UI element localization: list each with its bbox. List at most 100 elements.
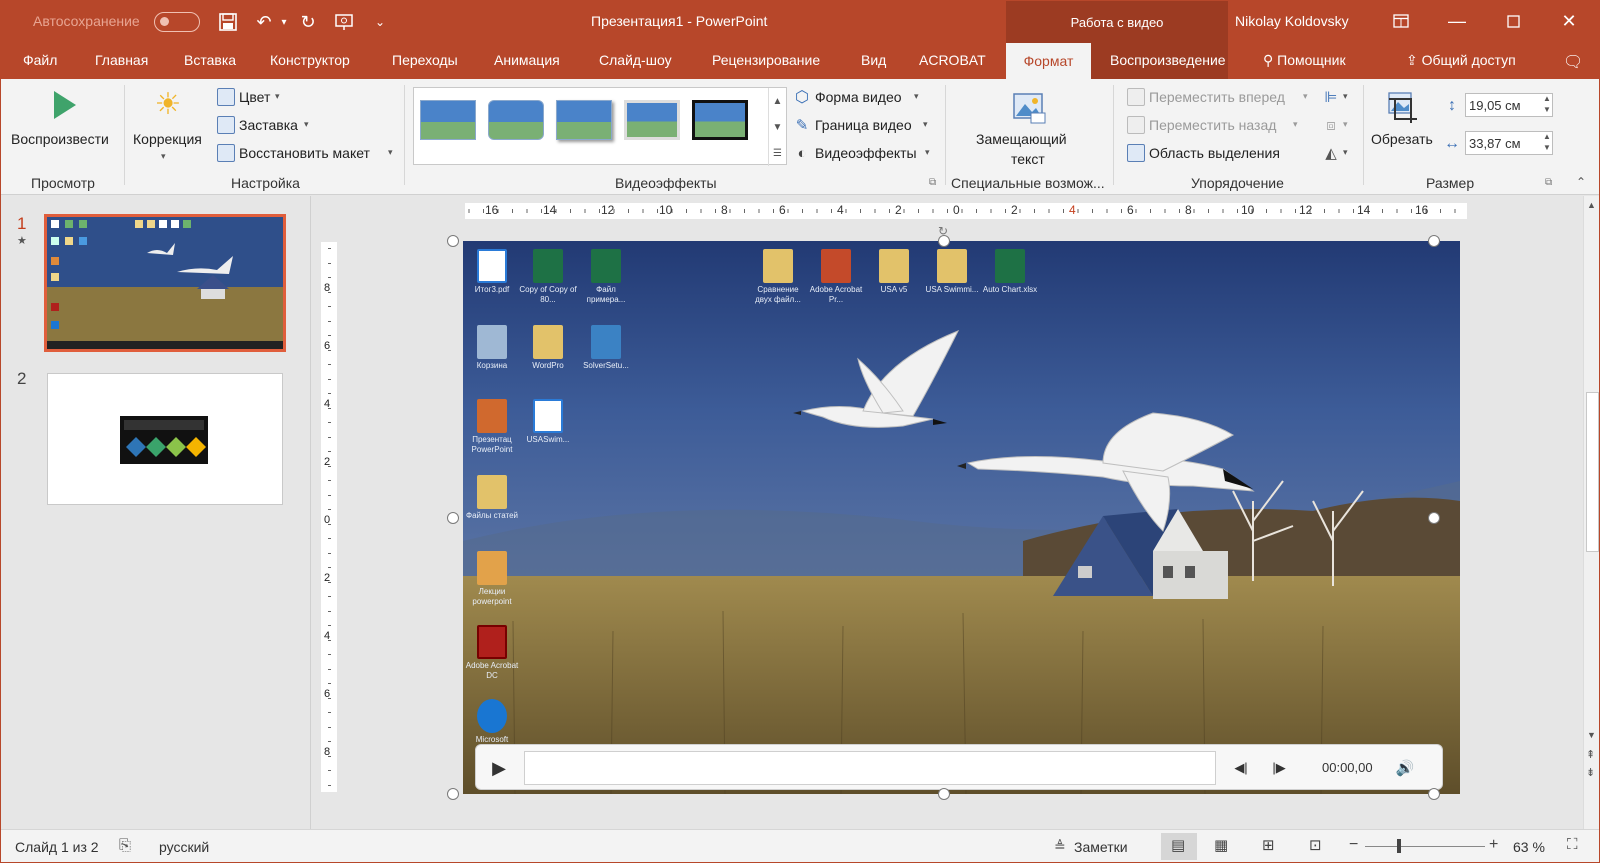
minimize-icon[interactable]: — [1433,1,1481,41]
collapse-ribbon-icon[interactable]: ⌃ [1576,175,1586,189]
gallery-more-icon[interactable]: ☰ [768,140,786,166]
tab-transitions[interactable]: Переходы [392,52,458,68]
gallery-down-icon[interactable]: ▼ [768,114,786,140]
slide-counter[interactable]: Слайд 1 из 2 [15,839,99,855]
selection-pane-button[interactable]: Область выделения [1149,145,1280,161]
alt-text-line2[interactable]: текст [1011,151,1045,167]
tab-view[interactable]: Вид [861,52,886,68]
undo-dropdown-icon[interactable]: ▾ [271,9,297,35]
video-style-thumb[interactable] [692,100,748,140]
poster-frame-icon[interactable] [217,116,235,134]
video-style-thumb[interactable] [420,100,476,140]
reading-view-icon[interactable]: ⊞ [1262,836,1275,854]
desktop-icon[interactable]: USA v5 [865,249,923,295]
resize-handle-sw[interactable] [447,788,459,800]
desktop-icon[interactable]: USA Swimmi... [923,249,981,295]
zoom-level[interactable]: 63 % [1513,839,1545,855]
desktop-icon[interactable]: Файлы статей [463,475,521,521]
rotate-icon[interactable]: ◭ [1321,144,1341,162]
width-spinner-icon[interactable]: ▲ ▼ [1543,131,1551,153]
desktop-icon[interactable]: SolverSetu... [577,325,635,371]
send-backward-dropdown-icon[interactable]: ▾ [1293,119,1298,130]
user-name[interactable]: Nikolay Koldovsky [1235,13,1349,29]
poster-frame-dropdown-icon[interactable]: ▾ [304,119,309,130]
slide-thumbnail-1[interactable] [44,214,286,352]
save-icon[interactable] [215,9,241,35]
alt-text-line1[interactable]: Замещающий [976,131,1067,147]
gallery-up-icon[interactable]: ▲ [768,88,786,114]
video-styles-launcher-icon[interactable]: ⧉ [929,177,936,188]
step-forward-icon[interactable]: |▶ [1266,755,1292,781]
slide-thumbnail-2[interactable] [47,373,283,505]
present-from-start-icon[interactable] [331,9,357,35]
group-objects-dropdown-icon[interactable]: ▾ [1343,119,1348,130]
tab-format[interactable]: Формат [1006,43,1091,79]
alt-text-icon[interactable] [1009,87,1049,127]
corrections-dropdown-icon[interactable]: ▾ [161,151,166,162]
desktop-icon[interactable]: Презентац PowerPoint [463,399,521,455]
desktop-icon[interactable]: Корзина [463,325,521,371]
comments-icon[interactable]: 🗨 [1563,52,1583,72]
close-icon[interactable]: ✕ [1545,1,1593,41]
rotate-dropdown-icon[interactable]: ▾ [1343,147,1348,158]
maximize-icon[interactable] [1489,1,1537,41]
slideshow-view-icon[interactable]: ⊡ [1309,836,1322,854]
bring-forward-icon[interactable] [1127,88,1145,106]
video-style-thumb[interactable] [556,100,612,140]
scroll-down-icon[interactable]: ▼ [1587,730,1596,740]
tab-design[interactable]: Конструктор [270,52,350,68]
send-backward-button[interactable]: Переместить назад [1149,117,1276,133]
video-border-button[interactable]: Граница видео [815,117,912,133]
desktop-icon[interactable]: Adobe Acrobat DC [463,625,521,681]
reset-design-button[interactable]: Восстановить макет [239,145,370,161]
scroll-thumb[interactable] [1586,392,1599,552]
size-launcher-icon[interactable]: ⧉ [1545,177,1552,188]
play-icon[interactable] [49,89,81,121]
video-object[interactable]: Итог3.pdf Copy of Copy of 80... Файл при… [463,241,1460,794]
zoom-in-icon[interactable]: + [1489,836,1498,854]
corrections-button[interactable]: Коррекция [133,131,202,147]
tab-review[interactable]: Рецензирование [712,52,820,68]
poster-frame-button[interactable]: Заставка [239,117,298,133]
height-spinner-icon[interactable]: ▲ ▼ [1543,93,1551,115]
notes-button[interactable]: Заметки [1074,839,1128,855]
selection-pane-icon[interactable] [1127,144,1145,162]
next-slide-icon[interactable]: ⇟ [1586,766,1595,779]
autosave-toggle[interactable] [154,12,200,32]
desktop-icon[interactable]: Файл примера... [577,249,635,305]
desktop-icon[interactable]: Итог3.pdf [463,249,521,295]
height-field[interactable]: 19,05 см [1465,93,1553,117]
desktop-icon[interactable]: Auto Chart.xlsx [981,249,1039,295]
corrections-icon[interactable]: ☀ [151,87,185,121]
tab-acrobat[interactable]: ACROBAT [919,52,986,68]
width-field[interactable]: 33,87 см [1465,131,1553,155]
video-shape-icon[interactable]: ⬡ [793,88,811,106]
desktop-icon[interactable]: WordPro [519,325,577,371]
video-shape-button[interactable]: Форма видео [815,89,902,105]
resize-handle-e[interactable] [1428,512,1440,524]
color-icon[interactable] [217,88,235,106]
step-back-icon[interactable]: ◀| [1228,755,1254,781]
play-button[interactable]: Воспроизвести [11,131,109,147]
volume-icon[interactable]: 🔊 [1392,755,1418,781]
player-play-icon[interactable]: ▶ [486,755,512,781]
scroll-up-icon[interactable]: ▲ [1587,200,1596,210]
resize-handle-ne[interactable] [1428,235,1440,247]
tab-insert[interactable]: Вставка [184,52,236,68]
rotate-handle-icon[interactable]: ↻ [938,224,950,238]
slide-sorter-icon[interactable]: ▦ [1214,836,1228,854]
color-button[interactable]: Цвет [239,89,270,105]
resize-handle-s[interactable] [938,788,950,800]
ribbon-display-options-icon[interactable] [1377,1,1425,41]
desktop-icon[interactable]: USASwim... [519,399,577,445]
notes-icon[interactable]: ≜ [1054,838,1066,855]
group-objects-icon[interactable]: ⧈ [1321,116,1341,134]
video-effects-icon[interactable]: ◐ [793,144,811,162]
timeline-bar[interactable] [524,751,1216,785]
desktop-icon[interactable]: Copy of Copy of 80... [519,249,577,305]
resize-handle-nw[interactable] [447,235,459,247]
tab-file[interactable]: Файл [23,52,57,68]
desktop-icon[interactable]: Лекции powerpoint [463,551,521,607]
previous-slide-icon[interactable]: ⇞ [1586,748,1595,761]
bring-forward-dropdown-icon[interactable]: ▾ [1303,91,1308,102]
